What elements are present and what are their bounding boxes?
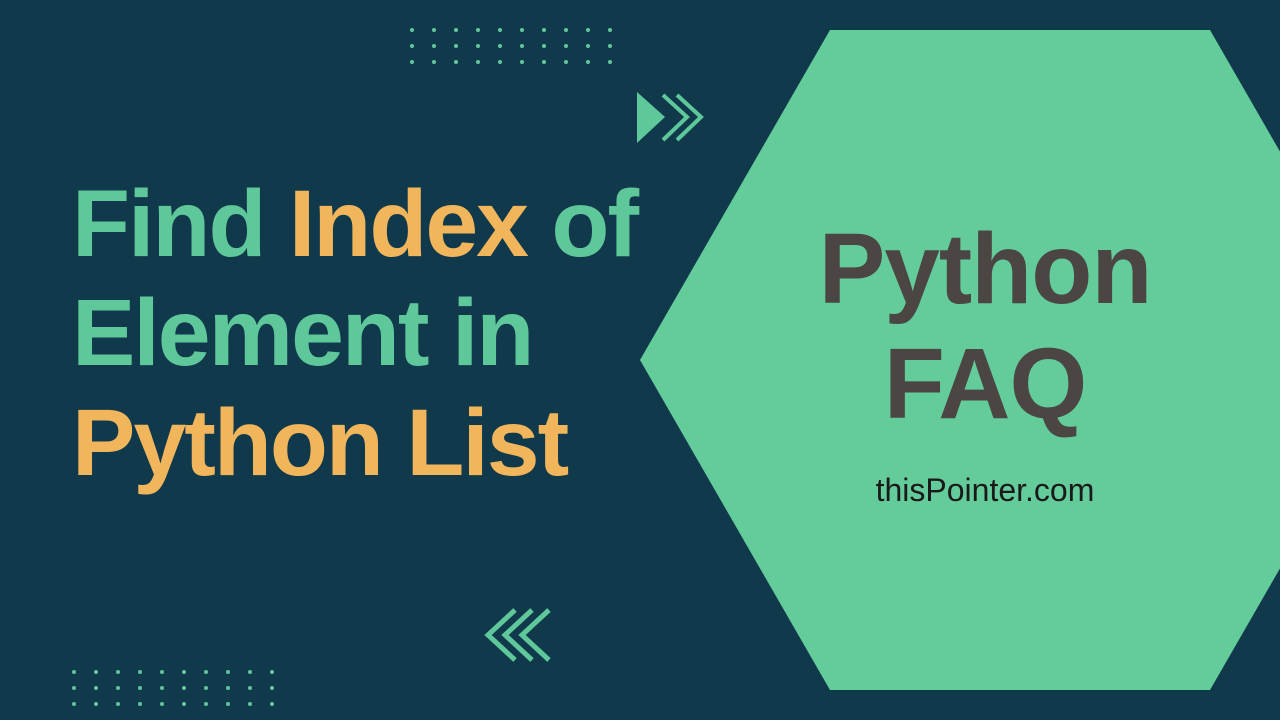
title-word-1: Find [72,171,264,277]
title-word-7: List [406,390,567,496]
decorative-arrows-left [480,605,560,670]
hexagon-title: Python FAQ [819,212,1152,442]
hexagon-title-line-2: FAQ [819,327,1152,442]
decorative-dots-top [410,28,612,64]
decorative-dots-bottom [72,670,274,706]
title-word-3: of [551,171,637,277]
title-word-2: Index [289,171,527,277]
site-label: thisPointer.com [876,472,1095,509]
decorative-arrows-right [635,90,705,150]
title-word-5: in [452,280,532,386]
hexagon-title-line-1: Python [819,212,1152,327]
hexagon-badge: Python FAQ thisPointer.com [640,30,1280,690]
title-word-4: Element [72,280,428,386]
title-word-6: Python [72,390,382,496]
page-title: Find Index of Element in Python List [72,170,637,498]
